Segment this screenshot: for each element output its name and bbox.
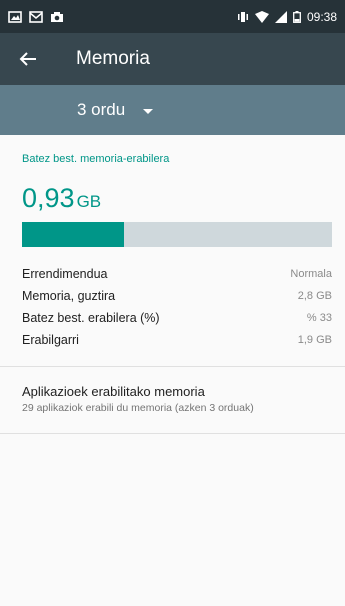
mail-icon (29, 10, 43, 23)
stat-label: Batez best. erabilera (%) (22, 311, 160, 325)
signal-icon (274, 10, 287, 23)
dropdown-arrow-icon (143, 108, 154, 114)
stat-value: % 33 (306, 312, 332, 324)
app-memory-title: Aplikazioek erabilitako memoria (22, 384, 205, 399)
arrow-back-icon (19, 52, 36, 66)
usage-bar (22, 222, 332, 247)
page-title: Memoria (76, 48, 150, 69)
usage-bar-fill (22, 222, 125, 247)
period-selected-value: 3 ordu (77, 100, 126, 119)
notification-icons (8, 10, 64, 23)
memory-content: Batez best. memoria-erabilera 0,93 GB Err… (0, 135, 345, 606)
average-usage-unit: GB (76, 192, 102, 211)
app-toolbar: Memoria (0, 33, 345, 85)
status-bar: 09:38 (0, 0, 345, 33)
memory-stats: Errendimendua Normala Memoria, guztira 2… (22, 263, 332, 351)
average-usage-header: Batez best. memoria-erabilera (22, 153, 170, 165)
stat-label: Erabilgarri (22, 333, 79, 347)
stat-label: Memoria, guztira (22, 289, 116, 303)
stat-row-performance: Errendimendua Normala (22, 263, 332, 285)
period-dropdown[interactable]: 3 ordu (77, 100, 154, 120)
vibrate-icon (237, 11, 248, 22)
image-icon (8, 10, 22, 23)
stat-row-available: Erabilgarri 1,9 GB (22, 329, 332, 351)
stat-value: Normala (290, 268, 332, 280)
app-memory-usage-item[interactable]: Aplikazioek erabilitako memoria 29 aplik… (0, 367, 345, 433)
camera-icon (51, 11, 63, 22)
period-bar: 3 ordu (0, 85, 345, 135)
divider (0, 433, 345, 434)
average-usage-number: 0,93 (22, 183, 75, 213)
stat-value: 2,8 GB (297, 290, 332, 302)
battery-icon (293, 10, 301, 23)
app-memory-subtitle: 29 aplikaziok erabili du memoria (azken … (22, 402, 254, 414)
wifi-icon (254, 10, 269, 23)
stat-row-average-percent: Batez best. erabilera (%) % 33 (22, 307, 332, 329)
system-status: 09:38 (237, 10, 337, 24)
stat-label: Errendimendua (22, 267, 108, 281)
average-usage-value: 0,93 GB (22, 183, 101, 214)
clock: 09:38 (306, 9, 337, 24)
stat-value: 1,9 GB (297, 334, 332, 346)
stat-row-total: Memoria, guztira 2,8 GB (22, 285, 332, 307)
back-button[interactable] (0, 33, 56, 85)
